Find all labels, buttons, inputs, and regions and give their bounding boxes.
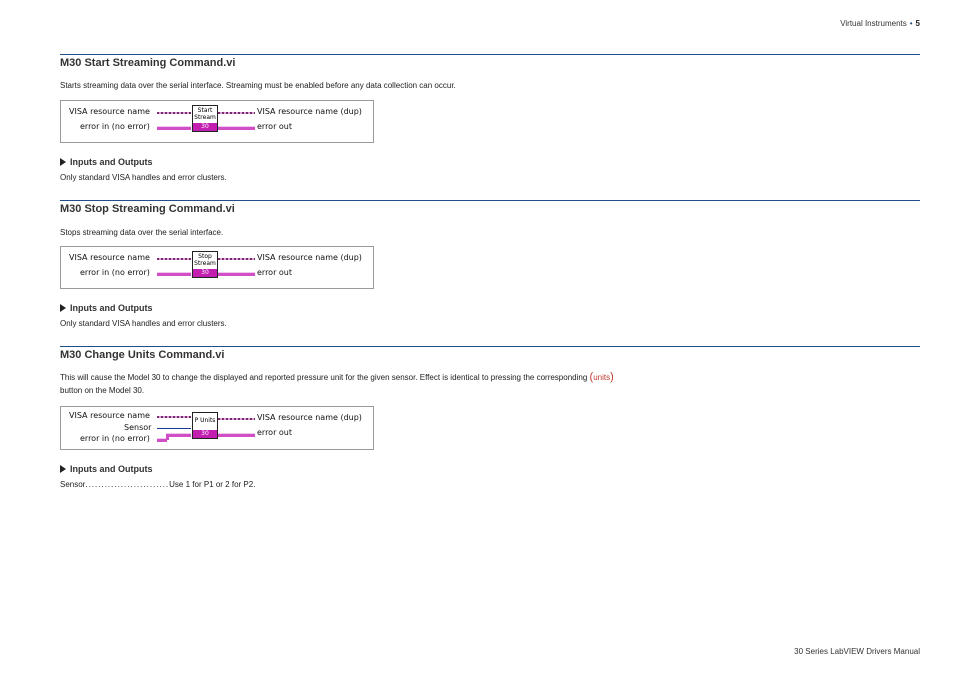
- sensor-value: Use 1 for P1 or 2 for P2.: [169, 480, 256, 489]
- input-error-label: error in (no error): [80, 268, 150, 277]
- section-title: M30 Change Units Command.vi: [60, 349, 225, 361]
- section-description: This will cause the Model 30 to change t…: [60, 371, 740, 397]
- page-header: Virtual Instruments • 5: [840, 19, 920, 28]
- visa-wire-out: [218, 112, 255, 114]
- inputs-outputs-text: Only standard VISA handles and error clu…: [60, 319, 227, 328]
- units-close-paren: ): [610, 371, 614, 383]
- expand-triangle-icon: [60, 158, 66, 166]
- section-title: M30 Start Streaming Command.vi: [60, 57, 236, 69]
- description-part-b: button on the Model 30.: [60, 386, 145, 395]
- visa-wire-out: [218, 418, 255, 420]
- error-wire-out: [218, 126, 255, 130]
- vi-icon: Start Stream 30: [192, 105, 218, 132]
- input-visa-label: VISA resource name: [69, 253, 150, 262]
- input-error-label: error in (no error): [80, 122, 150, 131]
- header-text: Virtual Instruments: [840, 19, 907, 28]
- section-description: Stops streaming data over the serial int…: [60, 228, 224, 237]
- output-visa-label: VISA resource name (dup): [257, 107, 362, 116]
- error-wire-out: [218, 272, 255, 276]
- output-visa-label: VISA resource name (dup): [257, 413, 362, 422]
- output-visa-label: VISA resource name (dup): [257, 253, 362, 262]
- section-description: Starts streaming data over the serial in…: [60, 81, 456, 90]
- error-wire-in: [157, 126, 191, 130]
- bullet-icon: •: [909, 19, 913, 28]
- page-number: 5: [915, 19, 920, 28]
- input-error-label: error in (no error): [80, 434, 150, 443]
- vi-icon-line1: P Units: [194, 417, 216, 424]
- vi-icon: Stop Stream 30: [192, 251, 218, 278]
- expand-triangle-icon: [60, 465, 66, 473]
- units-button-reference: (units): [590, 371, 614, 383]
- sensor-wire-in: [157, 428, 191, 429]
- vi-icon-line2: Stream: [194, 260, 216, 267]
- section-title: M30 Stop Streaming Command.vi: [60, 203, 235, 215]
- inputs-outputs-heading: Inputs and Outputs: [70, 303, 153, 313]
- input-visa-label: VISA resource name: [69, 107, 150, 116]
- vi-icon-number: 30: [193, 269, 217, 277]
- vi-icon-line1: Start: [197, 107, 213, 114]
- error-wire-in: [157, 272, 191, 276]
- sensor-definition: Sensor..........................Use 1 fo…: [60, 480, 255, 489]
- visa-wire-in: [157, 416, 191, 418]
- vi-connector-diagram: VISA resource name Sensor error in (no e…: [60, 406, 374, 450]
- vi-connector-diagram: VISA resource name error in (no error) S…: [60, 246, 374, 289]
- page-footer: 30 Series LabVIEW Drivers Manual: [794, 647, 920, 656]
- output-error-label: error out: [257, 122, 293, 131]
- output-error-label: error out: [257, 268, 293, 277]
- input-sensor-label: Sensor: [124, 423, 152, 432]
- error-wire-in-upper: [166, 433, 191, 437]
- sensor-term: Sensor: [60, 480, 86, 489]
- inputs-outputs-toggle[interactable]: Inputs and Outputs: [60, 157, 153, 167]
- inputs-outputs-text: Only standard VISA handles and error clu…: [60, 173, 227, 182]
- error-wire-out: [218, 433, 255, 437]
- section-rule: [60, 54, 920, 55]
- units-word: units: [593, 373, 611, 382]
- inputs-outputs-toggle[interactable]: Inputs and Outputs: [60, 464, 153, 474]
- inputs-outputs-heading: Inputs and Outputs: [70, 464, 153, 474]
- inputs-outputs-heading: Inputs and Outputs: [70, 157, 153, 167]
- vi-icon-number: 30: [193, 430, 217, 438]
- visa-wire-in: [157, 112, 191, 114]
- vi-icon: P Units 30: [192, 412, 218, 439]
- section-rule: [60, 200, 920, 201]
- vi-icon-line1: Stop: [198, 253, 212, 260]
- expand-triangle-icon: [60, 304, 66, 312]
- vi-connector-diagram: VISA resource name error in (no error) S…: [60, 100, 374, 143]
- inputs-outputs-toggle[interactable]: Inputs and Outputs: [60, 303, 153, 313]
- section-rule: [60, 346, 920, 347]
- description-part-a: This will cause the Model 30 to change t…: [60, 373, 588, 382]
- visa-wire-in: [157, 258, 191, 260]
- vi-icon-line2: Stream: [194, 114, 216, 121]
- vi-icon-number: 30: [193, 123, 217, 131]
- leader-dots: ..........................: [85, 480, 170, 489]
- input-visa-label: VISA resource name: [69, 411, 150, 420]
- visa-wire-out: [218, 258, 255, 260]
- output-error-label: error out: [257, 428, 293, 437]
